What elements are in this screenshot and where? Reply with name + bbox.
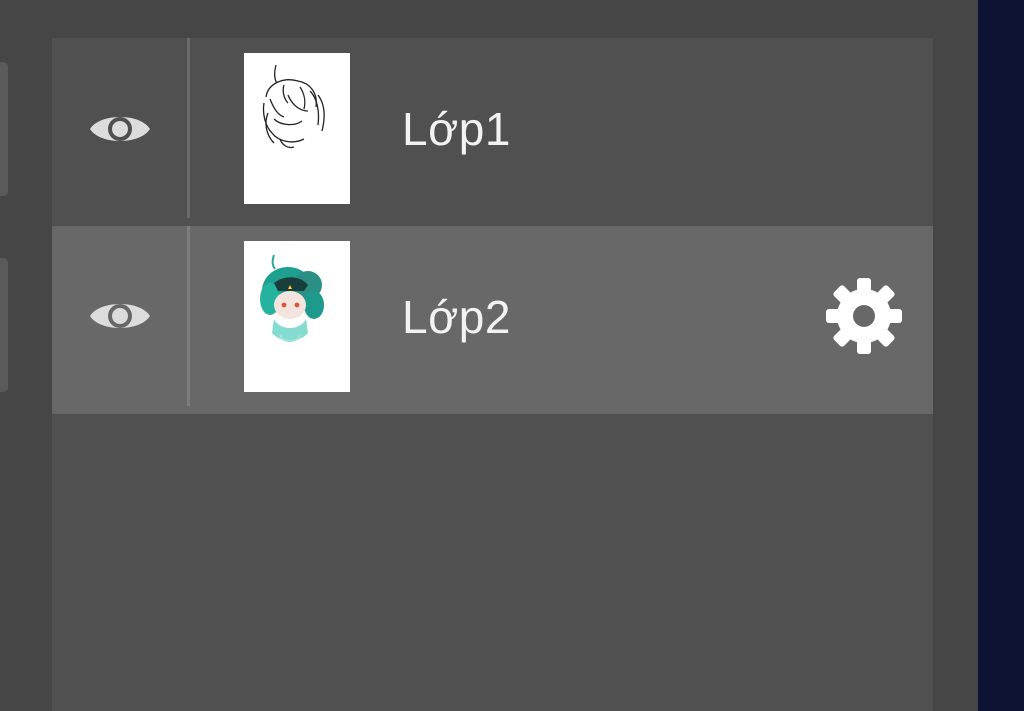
layer-thumbnail [244,53,350,204]
layers-panel: Lớp1 Lớp2 [52,38,933,711]
layer-thumbnail [244,241,350,392]
row-divider [187,226,190,406]
colored-character-thumbnail [260,254,324,342]
gear-icon[interactable] [824,276,904,356]
layers-screen: Lớp1 Lớp2 [0,0,1024,711]
side-tab-handle[interactable] [0,62,8,196]
layer-name[interactable]: Lớp1 [402,102,511,156]
row-divider [187,38,190,218]
side-tab-handle[interactable] [0,258,8,392]
layer-row-2[interactable]: Lớp2 [52,226,933,414]
layer-row-1[interactable]: Lớp1 [52,38,933,219]
eye-icon [90,116,150,141]
canvas-edge [978,0,1024,711]
layer-name[interactable]: Lớp2 [402,290,511,344]
line-sketch-thumbnail [262,64,325,149]
visibility-toggle[interactable] [52,226,188,406]
visibility-toggle[interactable] [52,38,188,219]
eye-icon [90,304,150,328]
